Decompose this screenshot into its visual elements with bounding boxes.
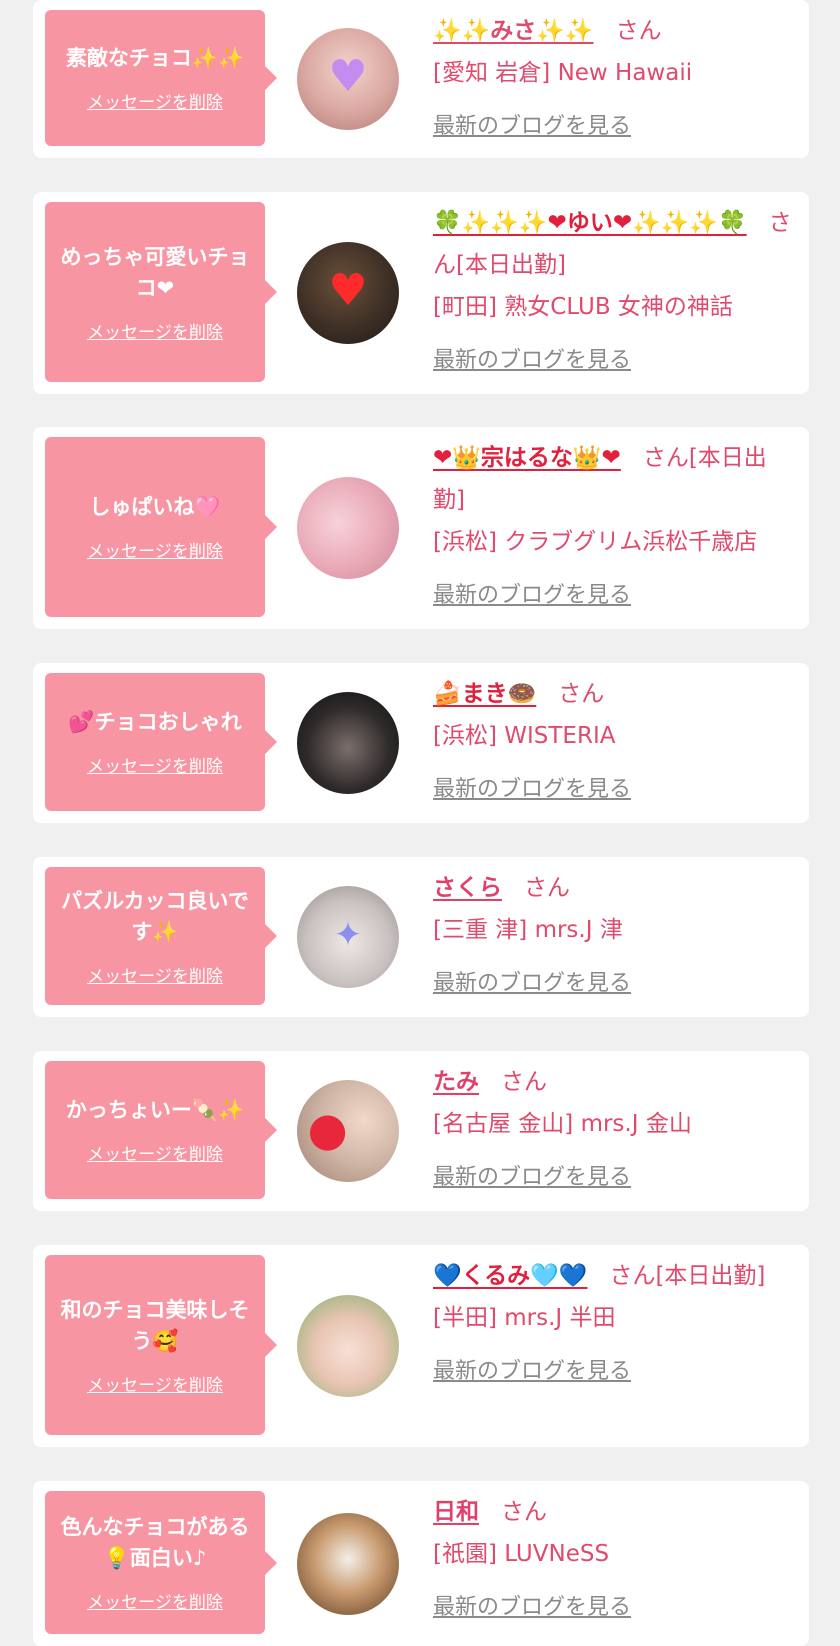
avatar[interactable] [297,1512,399,1615]
honorific: さん[本日出勤] [609,1263,766,1289]
message-bubble: かっちょいー🍡✨ メッセージを削除 [45,1061,277,1199]
shop-label: [半田] mrs.J 半田 [433,1305,616,1331]
message-card: 💕チョコおしゃれ メッセージを削除 🍰まき🍩 さん [浜松] WISTERIA 最… [33,663,809,823]
heart-sticker-icon: ♥ [328,50,368,102]
honorific: さん [501,1069,547,1095]
avatar[interactable] [297,1295,399,1397]
message-bubble: 和のチョコ美味しそう🥰 メッセージを削除 [45,1255,277,1435]
shop-label: [浜松] クラブグリム浜松千歳店 [433,529,758,555]
sender-info: 🍀✨✨✨❤ゆい❤✨✨✨🍀 さん[本日出勤] [町田] 熟女CLUB 女神の神話 最… [433,202,795,382]
delete-message-link[interactable]: メッセージを削除 [87,1588,223,1613]
latest-blog-link[interactable]: 最新のブログを見る [433,340,631,382]
honorific: さん [615,18,662,44]
delete-message-link[interactable]: メッセージを削除 [87,752,223,777]
message-text: 和のチョコ美味しそう🥰 [60,1297,250,1353]
message-bubble: 素敵なチョコ✨✨ メッセージを削除 [45,10,277,146]
message-text: かっちょいー🍡✨ [65,1098,245,1122]
message-list: 素敵なチョコ✨✨ メッセージを削除 ♥ ✨✨みさ✨✨ さん [愛知 岩倉] New… [0,0,840,1646]
latest-blog-link[interactable]: 最新のブログを見る [433,963,631,1005]
latest-blog-link[interactable]: 最新のブログを見る [433,769,631,811]
delete-message-link[interactable]: メッセージを削除 [87,1140,223,1165]
avatar[interactable] [297,477,399,579]
message-card: 素敵なチョコ✨✨ メッセージを削除 ♥ ✨✨みさ✨✨ さん [愛知 岩倉] New… [33,0,809,158]
latest-blog-link[interactable]: 最新のブログを見る [433,1157,631,1199]
sender-name-link[interactable]: ❤👑宗はるな👑❤ [433,445,621,471]
sender-info: ❤👑宗はるな👑❤ さん[本日出勤] [浜松] クラブグリム浜松千歳店 最新のブログ… [433,437,795,617]
shop-label: [祇園] LUVNeSS [433,1541,610,1567]
message-bubble: 色んなチョコがある💡面白い♪ メッセージを削除 [45,1491,277,1634]
message-card: パズルカッコ良いです✨ メッセージを削除 ✦ さくら さん [三重 津] mrs.… [33,857,809,1017]
latest-blog-link[interactable]: 最新のブログを見る [433,1351,631,1393]
sender-info: ✨✨みさ✨✨ さん [愛知 岩倉] New Hawaii 最新のブログを見る [433,10,795,148]
message-card: めっちゃ可愛いチョコ❤ メッセージを削除 ♥ 🍀✨✨✨❤ゆい❤✨✨✨🍀 さん[本日… [33,192,809,394]
message-text: 素敵なチョコ✨✨ [65,46,245,70]
sender-name-link[interactable]: 🍰まき🍩 [433,681,536,707]
latest-blog-link[interactable]: 最新のブログを見る [433,1587,631,1629]
sender-info: 🍰まき🍩 さん [浜松] WISTERIA 最新のブログを見る [433,673,795,811]
sender-info: 日和 さん [祇園] LUVNeSS 最新のブログを見る [433,1491,795,1629]
delete-message-link[interactable]: メッセージを削除 [87,537,223,562]
message-text: 💕チョコおしゃれ [68,710,242,734]
shop-label: [浜松] WISTERIA [433,723,616,749]
butterfly-sticker-icon: ✦ [333,914,363,955]
heart-sticker-icon: ♥ [328,264,368,316]
message-bubble: 💕チョコおしゃれ メッセージを削除 [45,673,277,811]
message-card: かっちょいー🍡✨ メッセージを削除 ● たみ さん [名古屋 金山] mrs.J … [33,1051,809,1211]
sender-info: さくら さん [三重 津] mrs.J 津 最新のブログを見る [433,867,795,1005]
avatar[interactable]: ✦ [297,886,399,988]
honorific: さん [501,1499,547,1525]
sender-info: 💙くるみ🩵💙 さん[本日出勤] [半田] mrs.J 半田 最新のブログを見る [433,1255,795,1393]
delete-message-link[interactable]: メッセージを削除 [87,1371,223,1396]
message-text: めっちゃ可愛いチョコ❤ [60,244,250,300]
sender-name-link[interactable]: 日和 [433,1499,479,1525]
shop-label: [名古屋 金山] mrs.J 金山 [433,1111,692,1137]
message-card: 色んなチョコがある💡面白い♪ メッセージを削除 日和 さん [祇園] LUVNeS… [33,1481,809,1646]
delete-message-link[interactable]: メッセージを削除 [87,318,223,343]
message-card: しゅぱいね🩷 メッセージを削除 ❤👑宗はるな👑❤ さん[本日出勤] [浜松] クラ… [33,427,809,629]
avatar[interactable]: ♥ [297,28,399,130]
sender-name-link[interactable]: たみ [433,1069,479,1095]
message-text: しゅぱいね🩷 [89,495,221,519]
latest-blog-link[interactable]: 最新のブログを見る [433,575,631,617]
message-text: 色んなチョコがある💡面白い♪ [60,1515,250,1570]
sender-name-link[interactable]: 🍀✨✨✨❤ゆい❤✨✨✨🍀 [433,210,747,236]
avatar[interactable] [297,692,399,794]
delete-message-link[interactable]: メッセージを削除 [87,88,223,113]
strawberry-sticker-icon: ● [307,1101,348,1156]
shop-label: [愛知 岩倉] New Hawaii [433,60,693,86]
sender-name-link[interactable]: 💙くるみ🩵💙 [433,1263,587,1289]
honorific: さん [524,875,570,901]
sender-info: たみ さん [名古屋 金山] mrs.J 金山 最新のブログを見る [433,1061,795,1199]
message-card: 和のチョコ美味しそう🥰 メッセージを削除 💙くるみ🩵💙 さん[本日出勤] [半田]… [33,1245,809,1447]
avatar[interactable]: ● [297,1080,399,1182]
message-text: パズルカッコ良いです✨ [61,888,249,944]
sender-name-link[interactable]: さくら [433,875,502,901]
shop-label: [町田] 熟女CLUB 女神の神話 [433,294,733,320]
sender-name-link[interactable]: ✨✨みさ✨✨ [433,18,594,44]
message-bubble: しゅぱいね🩷 メッセージを削除 [45,437,277,617]
shop-label: [三重 津] mrs.J 津 [433,917,623,943]
message-bubble: めっちゃ可愛いチョコ❤ メッセージを削除 [45,202,277,382]
honorific: さん [558,681,605,707]
delete-message-link[interactable]: メッセージを削除 [87,962,223,987]
message-bubble: パズルカッコ良いです✨ メッセージを削除 [45,867,277,1005]
latest-blog-link[interactable]: 最新のブログを見る [433,106,631,148]
avatar[interactable]: ♥ [297,242,399,344]
